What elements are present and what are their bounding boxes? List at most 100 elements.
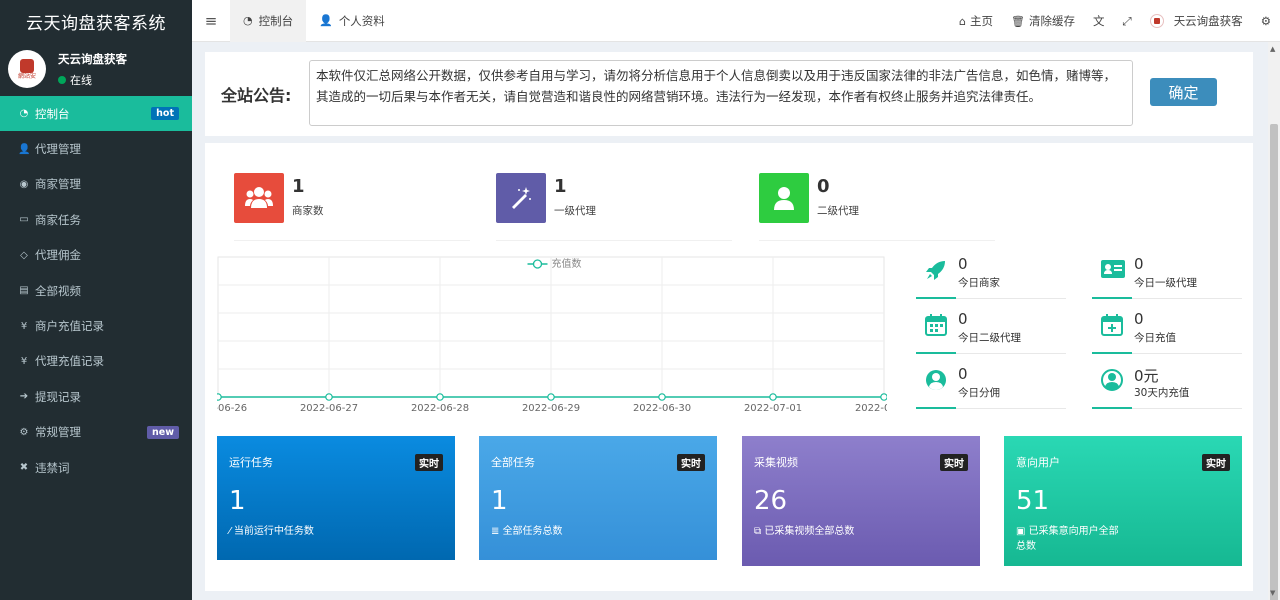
mini-stat-30day-recharge: 0元 30天内充值 xyxy=(1092,365,1242,409)
magic-icon xyxy=(496,173,546,223)
menu-toggle-icon[interactable]: ≡ xyxy=(192,0,230,42)
card-desc: 当前运行中任务数 xyxy=(233,526,314,537)
x-tick-label: 2022-06-28 xyxy=(411,403,469,414)
mini-stat-label: 今日充值 xyxy=(1134,332,1176,344)
users-icon xyxy=(234,173,284,223)
sidebar-item-agents[interactable]: 👤 代理管理 xyxy=(0,131,192,166)
translate-icon: 文 xyxy=(1092,14,1105,28)
tab-profile[interactable]: 👤 个人资料 xyxy=(306,0,398,42)
data-point xyxy=(658,393,666,401)
data-point xyxy=(547,393,555,401)
sidebar-item-banned-words[interactable]: ✖ 违禁词 xyxy=(0,450,192,485)
scroll-down-icon[interactable]: ▼ xyxy=(1270,589,1275,597)
sidebar-item-general[interactable]: ⚙ 常规管理 new xyxy=(0,415,192,450)
mini-stat-value: 0元 xyxy=(1134,367,1159,385)
tab-dashboard[interactable]: ◔ 控制台 xyxy=(230,0,307,42)
copy-icon: ⧉ xyxy=(754,526,765,537)
card-value: 26 xyxy=(754,486,788,516)
seal-icon xyxy=(20,58,34,73)
hot-badge: hot xyxy=(151,107,179,121)
card-intent-users[interactable]: 意向用户 实时 51 ▣ 已采集意向用户全部总数 xyxy=(1004,436,1242,566)
database-icon: ≣ xyxy=(491,526,503,537)
user-circle-icon xyxy=(916,365,956,409)
card-all-tasks[interactable]: 全部任务 实时 1 ≣ 全部任务总数 xyxy=(479,436,717,560)
user-status-text: 在线 xyxy=(70,73,92,87)
card-running-tasks[interactable]: 运行任务 实时 1 ⁄ 当前运行中任务数 xyxy=(217,436,455,560)
sidebar-item-label: 全部视频 xyxy=(35,283,81,298)
home-link[interactable]: ⌂ 主页 xyxy=(950,0,1002,42)
sidebar-item-videos[interactable]: ▤ 全部视频 xyxy=(0,273,192,308)
stat-label: 二级代理 xyxy=(817,205,859,217)
sidebar-item-withdrawals[interactable]: ➔ 提现记录 xyxy=(0,379,192,414)
card-title: 采集视频 xyxy=(754,456,798,469)
card-value: 51 xyxy=(1016,486,1050,516)
sidebar-item-label: 常规管理 xyxy=(35,425,81,440)
card-desc-row: ≣ 全部任务总数 xyxy=(491,524,601,539)
user-icon: 👤 xyxy=(319,14,333,27)
stat-merchants: 1 商家数 xyxy=(234,171,470,241)
mini-stat-value: 0 xyxy=(958,310,968,328)
sidebar-menu: ◔ 控制台 hot 👤 代理管理 ◉ 商家管理 ▭ 商家任务 ◇ 代理佣金 ▤ … xyxy=(0,96,192,485)
stat-label: 一级代理 xyxy=(554,205,596,217)
legend-label: 充值数 xyxy=(552,257,582,270)
trash-icon: 🗑 xyxy=(1011,14,1025,28)
user-panel: 網站安 天云询盘获客 在线 xyxy=(0,42,192,96)
gears-icon: ⚙ xyxy=(1260,14,1271,28)
sidebar-item-merchants[interactable]: ◉ 商家管理 xyxy=(0,167,192,202)
user-avatar-icon xyxy=(1149,14,1164,28)
user-plus-icon: 👤 xyxy=(18,143,31,155)
sidebar-item-label: 代理管理 xyxy=(35,142,81,157)
scroll-thumb[interactable] xyxy=(1270,124,1278,600)
language-button[interactable]: 文 xyxy=(1084,0,1114,42)
mini-stat-today-level1: 0 今日一级代理 xyxy=(1092,255,1242,299)
mini-stat-value: 0 xyxy=(958,255,968,273)
mini-stat-today-recharge: 0 今日充值 xyxy=(1092,310,1242,354)
diamond-icon: ◇ xyxy=(20,249,28,261)
sidebar-item-commission[interactable]: ◇ 代理佣金 xyxy=(0,238,192,273)
user-menu[interactable]: 天云询盘获客 xyxy=(1141,0,1252,42)
fullscreen-button[interactable]: ⤢ xyxy=(1113,0,1140,42)
user-icon xyxy=(759,173,809,223)
x-tick-label: 2022-06-30 xyxy=(633,403,691,414)
sidebar-item-merchant-tasks[interactable]: ▭ 商家任务 xyxy=(0,202,192,237)
announcement-textarea[interactable]: 本软件仅汇总网络公开数据，仅供参考自用与学习，请勿将分析信息用于个人信息倒卖以及… xyxy=(309,60,1133,126)
sidebar-item-agent-recharge[interactable]: ¥ 代理充值记录 xyxy=(0,344,192,379)
user-circle-icon xyxy=(1092,365,1132,409)
card-desc: 已采集意向用户全部总数 xyxy=(1016,526,1119,552)
stat-value: 1 xyxy=(292,176,305,197)
topbar: ≡ ◔ 控制台 👤 个人资料 ⌂ 主页 🗑 清除缓存 文 ⤢ 天云询盘获客 ⚙ xyxy=(192,0,1280,42)
stat-value: 1 xyxy=(554,176,567,197)
keyboard-icon: ▭ xyxy=(19,214,29,226)
x-tick-label: 2022-07-01 xyxy=(744,403,802,414)
sidebar-item-dashboard[interactable]: ◔ 控制台 hot xyxy=(0,96,192,132)
stat-value: 0 xyxy=(817,176,830,197)
rocket-icon xyxy=(916,255,956,299)
gears-icon: ⚙ xyxy=(19,426,29,438)
page-scrollbar[interactable]: ▲ ▼ xyxy=(1268,42,1280,600)
user-name: 天云询盘获客 xyxy=(58,51,127,66)
stat-level2-agents: 0 二级代理 xyxy=(759,171,995,241)
sign-in-icon: ➔ xyxy=(19,391,29,403)
card-badge: 实时 xyxy=(415,454,443,471)
card-value: 1 xyxy=(491,486,508,516)
yen-icon: ¥ xyxy=(20,355,28,367)
mini-stat-label: 今日一级代理 xyxy=(1134,277,1197,289)
data-point xyxy=(325,393,333,401)
card-collected-videos[interactable]: 采集视频 实时 26 ⧉ 已采集视频全部总数 xyxy=(742,436,980,566)
clear-cache-button[interactable]: 🗑 清除缓存 xyxy=(1002,0,1084,42)
settings-button[interactable]: ⚙ xyxy=(1252,0,1280,42)
data-point xyxy=(880,393,888,401)
sidebar-item-merchant-recharge[interactable]: ¥ 商户充值记录 xyxy=(0,308,192,343)
dashboard-icon: ◔ xyxy=(243,14,253,27)
mini-stat-value: 0 xyxy=(1134,255,1144,273)
sidebar-item-label: 商家管理 xyxy=(35,177,81,192)
x-tick-label: 2022-07-02 xyxy=(855,403,892,414)
mini-stat-value: 0 xyxy=(958,365,968,383)
confirm-button[interactable]: 确定 xyxy=(1150,78,1217,106)
clear-cache-label: 清除缓存 xyxy=(1028,14,1075,28)
scroll-up-icon[interactable]: ▲ xyxy=(1270,45,1275,53)
card-desc-row: ⁄ 当前运行中任务数 xyxy=(229,524,339,539)
sidebar-item-label: 商户充值记录 xyxy=(35,319,104,334)
app-logo[interactable]: 云天询盘获客系统 xyxy=(0,0,192,42)
mini-stat-today-merchants: 0 今日商家 xyxy=(916,255,1066,299)
